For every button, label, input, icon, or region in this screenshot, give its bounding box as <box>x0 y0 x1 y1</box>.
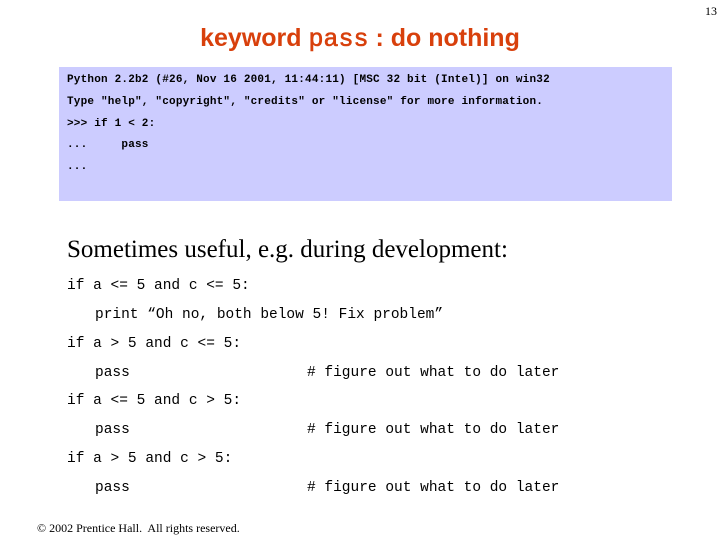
code-comment: # figure out what to do later <box>307 365 560 381</box>
console-line: >>> if 1 < 2: <box>67 118 156 130</box>
code-line: if a > 5 and c > 5: <box>67 451 233 467</box>
code-line: if a <= 5 and c > 5: <box>67 393 242 409</box>
console-line: Python 2.2b2 (#26, Nov 16 2001, 11:44:11… <box>67 74 550 86</box>
code-line: if a <= 5 and c <= 5: <box>67 278 250 294</box>
interpreter-console: Python 2.2b2 (#26, Nov 16 2001, 11:44:11… <box>59 67 672 201</box>
console-line: Type "help", "copyright", "credits" or "… <box>67 96 544 108</box>
code-line: pass <box>95 480 130 496</box>
code-line: pass <box>95 422 130 438</box>
slide-subtitle: Sometimes useful, e.g. during developmen… <box>67 236 508 263</box>
code-line: if a > 5 and c <= 5: <box>67 336 242 352</box>
code-comment: # figure out what to do later <box>307 422 560 438</box>
console-line: ... pass <box>67 139 149 151</box>
title-suffix: : do nothing <box>368 24 520 52</box>
code-comment: # figure out what to do later <box>307 480 560 496</box>
page-number: 13 <box>705 4 717 18</box>
code-line: print “Oh no, both below 5! Fix problem” <box>95 307 444 323</box>
copyright-footer: © 2002 Prentice Hall. All rights reserve… <box>37 521 240 535</box>
code-line: pass <box>95 365 130 381</box>
slide-title: keyword pass : do nothing <box>0 24 720 54</box>
console-line: ... <box>67 161 88 173</box>
title-keyword: pass <box>308 25 369 55</box>
title-prefix: keyword <box>200 24 309 52</box>
